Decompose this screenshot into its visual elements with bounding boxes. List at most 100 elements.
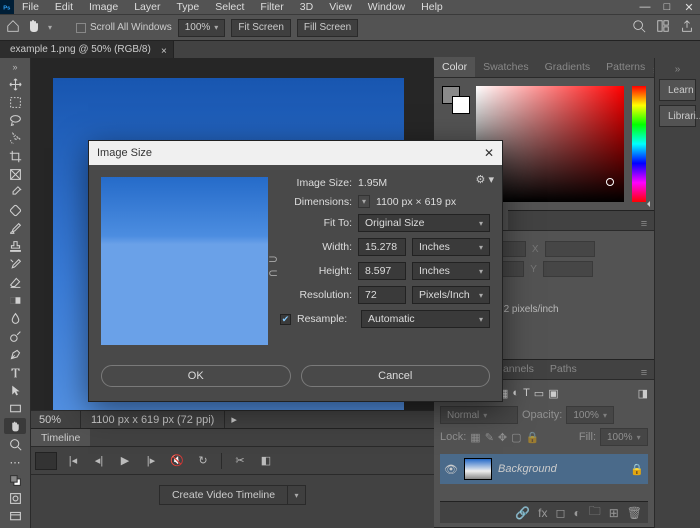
lasso-tool[interactable] (4, 112, 26, 128)
split-icon[interactable]: ✂ (230, 454, 250, 467)
layer-mask-icon[interactable]: ◻ (555, 506, 565, 520)
blend-mode[interactable]: Normal▾ (440, 406, 518, 424)
menu-filter[interactable]: Filter (252, 1, 291, 13)
doc-info-menu[interactable]: ▸ (225, 413, 243, 426)
menu-window[interactable]: Window (360, 1, 413, 13)
eraser-tool[interactable] (4, 274, 26, 290)
close-button[interactable]: ✕ (678, 0, 700, 14)
tab-swatches[interactable]: Swatches (475, 57, 537, 77)
search-icon[interactable] (632, 19, 646, 36)
resample-checkbox[interactable]: ✔ (280, 314, 291, 325)
stamp-tool[interactable] (4, 238, 26, 254)
menu-layer[interactable]: Layer (126, 1, 168, 13)
menu-file[interactable]: File (14, 1, 47, 13)
go-first-icon[interactable]: |◂ (63, 454, 83, 467)
libraries-panel-stub[interactable]: Librari... (659, 105, 696, 127)
layer-thumbnail[interactable] (464, 458, 492, 480)
fill-screen-button[interactable]: Fill Screen (297, 19, 358, 37)
path-select-tool[interactable] (4, 382, 26, 398)
fg-bg-swatch[interactable] (4, 472, 26, 488)
play-icon[interactable]: ▶ (115, 454, 135, 467)
doc-info[interactable]: 1100 px x 619 px (72 ppi) (81, 411, 225, 429)
quick-mask[interactable] (4, 490, 26, 506)
lock-icon[interactable]: 🔒 (630, 463, 644, 476)
timeline-tab[interactable]: Timeline (31, 429, 90, 446)
menu-type[interactable]: Type (168, 1, 207, 13)
lock-brush-icon[interactable]: ✎ (485, 431, 494, 444)
history-brush-tool[interactable] (4, 256, 26, 272)
maximize-button[interactable]: □ (656, 0, 678, 14)
blur-tool[interactable] (4, 310, 26, 326)
mute-icon[interactable]: 🔇 (167, 454, 187, 467)
ok-button[interactable]: OK (101, 365, 291, 387)
rectangle-tool[interactable] (4, 400, 26, 416)
document-tab[interactable]: example 1.png @ 50% (RGB/8) × (0, 41, 174, 59)
scroll-all-windows-option[interactable]: Scroll All Windows (76, 22, 172, 33)
zoom-status[interactable]: 50% (31, 411, 81, 429)
dodge-tool[interactable] (4, 328, 26, 344)
layer-style-icon[interactable]: fx (538, 506, 547, 520)
hand-tool[interactable] (4, 418, 26, 434)
screen-mode[interactable] (4, 508, 26, 524)
learn-panel-stub[interactable]: Learn (659, 79, 696, 101)
next-frame-icon[interactable]: |▸ (141, 454, 161, 467)
adjustment-layer-icon[interactable]: ◐ (573, 506, 580, 520)
menu-image[interactable]: Image (81, 1, 126, 13)
fill-field[interactable]: 100%▾ (600, 428, 648, 446)
lock-artboard-icon[interactable]: ▢ (511, 431, 521, 444)
layers-panel-menu[interactable]: ≡ (634, 367, 654, 379)
filter-type-icon[interactable]: T (523, 387, 530, 399)
bg-color[interactable] (452, 96, 470, 114)
tab-paths[interactable]: Paths (542, 359, 585, 379)
tab-color[interactable]: Color (434, 57, 475, 77)
resolution-input[interactable]: 72 (358, 286, 406, 304)
collapse-stubs[interactable]: » (655, 64, 700, 75)
type-tool[interactable] (4, 364, 26, 380)
create-video-timeline-button[interactable]: Create Video Timeline (159, 485, 288, 505)
zoom-tool[interactable] (4, 436, 26, 452)
zoom-dropdown[interactable]: 100% ▾ (178, 19, 226, 37)
link-layers-icon[interactable]: 🔗 (515, 506, 530, 520)
layer-row-background[interactable]: 👁 Background 🔒 (440, 454, 648, 484)
dimensions-menu[interactable]: ▾ (358, 195, 370, 208)
dialog-gear-icon[interactable]: ⚙ ▾ (476, 173, 494, 186)
menu-edit[interactable]: Edit (47, 1, 81, 13)
lock-pixels-icon[interactable]: ▦ (470, 431, 480, 444)
height-unit-dropdown[interactable]: Inches▾ (412, 262, 490, 280)
menu-select[interactable]: Select (207, 1, 252, 13)
hue-slider[interactable] (632, 86, 646, 202)
heal-tool[interactable] (4, 202, 26, 218)
visibility-icon[interactable]: 👁 (444, 463, 458, 476)
fit-screen-button[interactable]: Fit Screen (231, 19, 291, 37)
marquee-tool[interactable] (4, 94, 26, 110)
share-icon[interactable] (680, 19, 694, 36)
workspace-icon[interactable] (656, 19, 670, 36)
quick-select-tool[interactable] (4, 130, 26, 146)
filter-toggle[interactable]: ◨ (638, 387, 648, 400)
adjustments-panel-menu[interactable]: ≡ (634, 218, 654, 230)
prev-frame-icon[interactable]: ◂| (89, 454, 109, 467)
frame-tool[interactable] (4, 166, 26, 182)
create-video-timeline-menu[interactable]: ▾ (288, 485, 306, 505)
cancel-button[interactable]: Cancel (301, 365, 491, 387)
resample-dropdown[interactable]: Automatic▾ (361, 310, 490, 328)
scroll-all-checkbox[interactable] (76, 23, 86, 33)
tab-gradients[interactable]: Gradients (537, 57, 599, 77)
width-unit-dropdown[interactable]: Inches▾ (412, 238, 490, 256)
constrain-proportions-icon[interactable]: ⊃⊂ (267, 245, 279, 287)
layer-name[interactable]: Background (498, 463, 557, 475)
toolbar-edit[interactable]: ⋯ (4, 454, 26, 470)
dialog-close-icon[interactable]: ✕ (484, 146, 494, 160)
width-input[interactable]: 15.278 (358, 238, 406, 256)
minimize-button[interactable]: — (634, 0, 656, 14)
resolution-unit-dropdown[interactable]: Pixels/Inch▾ (412, 286, 490, 304)
delete-layer-icon[interactable]: 🗑 (627, 506, 642, 520)
crop-tool[interactable] (4, 148, 26, 164)
opacity-field[interactable]: 100%▾ (566, 406, 614, 424)
gradient-tool[interactable] (4, 292, 26, 308)
brush-tool[interactable] (4, 220, 26, 236)
loop-icon[interactable]: ↻ (193, 454, 213, 467)
eyedropper-tool[interactable] (4, 184, 26, 200)
tab-patterns[interactable]: Patterns (598, 57, 653, 77)
menu-view[interactable]: View (321, 1, 360, 13)
